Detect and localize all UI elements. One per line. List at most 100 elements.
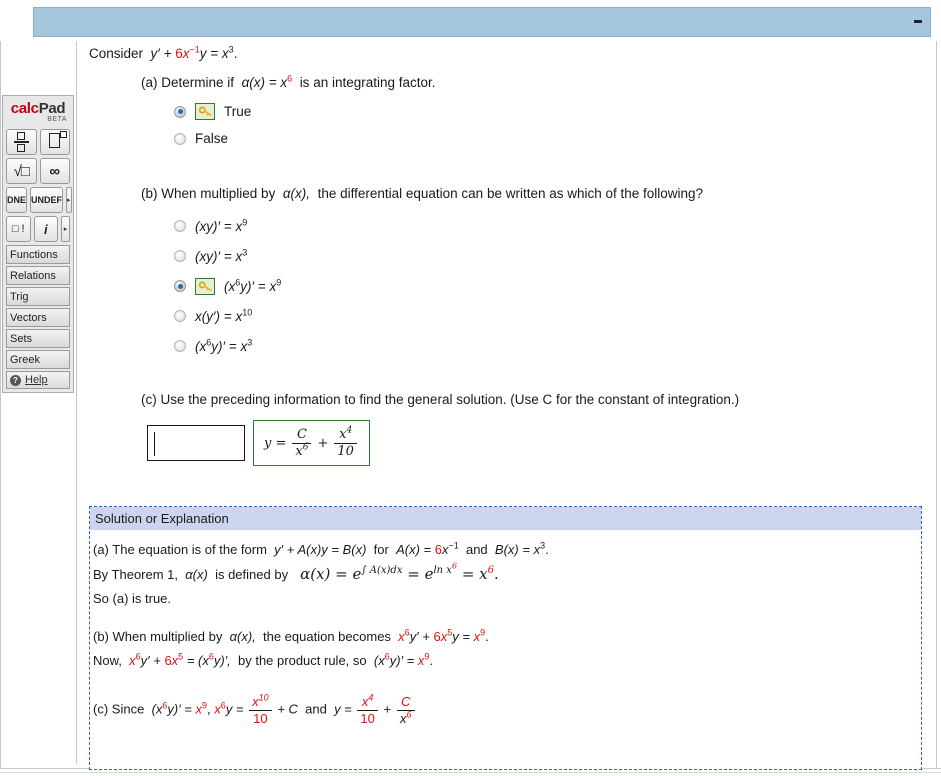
solution-header: Solution or Explanation [90, 507, 921, 530]
calcpad-menu-vectors[interactable]: Vectors [6, 308, 70, 327]
b3-lhs-rest: y)′ = [240, 278, 266, 294]
formula-content: y = C x6 + x4 10 [264, 425, 359, 459]
fraction-button[interactable] [6, 129, 37, 155]
formula-frac1-den: x6 [295, 442, 309, 459]
square-root-button[interactable]: √□ [6, 158, 37, 184]
part-a-option-true[interactable]: True [174, 98, 861, 125]
alpha-def-rhs: = x [461, 565, 488, 583]
part-b-question-text: (b) When multiplied by α(x), the differe… [141, 184, 901, 204]
calcpad-menu-sets[interactable]: Sets [6, 329, 70, 348]
help-link[interactable]: ? Help [6, 371, 70, 389]
sol-a-ax-exp: −1 [448, 540, 459, 551]
question-part-b: (b) When multiplied by α(x), the differe… [141, 184, 901, 361]
more-symbols-arrow-icon[interactable]: ▸ [66, 187, 72, 213]
formula-frac2-den: 10 [337, 443, 354, 459]
calcpad-menu-relations[interactable]: Relations [6, 266, 70, 285]
radio-b3[interactable] [174, 280, 186, 292]
dne-button[interactable]: DNE [6, 187, 28, 213]
prompt-y-prime: y′ + [150, 46, 172, 61]
sol-b-eq-yprime: y′ + [409, 629, 430, 644]
calcpad-row-4: □ ! i ▸ [6, 216, 70, 242]
solution-a-line-1: (a) The equation is of the form y′ + A(x… [93, 538, 921, 562]
calcpad-row-3: DNE UN DEF ▸ [6, 187, 72, 213]
part-a-option-false[interactable]: False [174, 125, 861, 152]
question-part-a: (a) Determine if α(x) = x6 is an integra… [141, 73, 861, 152]
radio-b2[interactable] [174, 250, 186, 262]
radio-b4[interactable] [174, 310, 186, 322]
part-c-answer-row: y = C x6 + x4 10 [147, 420, 901, 466]
b2-rhs-exp: 3 [242, 247, 248, 257]
part-b-text-after: the differential equation can be written… [317, 186, 704, 201]
calcpad-panel: calcPad BETA √□ ∞ DNE UN DEF ▸ □ ! i ▸ F… [2, 95, 74, 393]
more-symbols-arrow-icon-2[interactable]: ▸ [61, 216, 70, 242]
calcpad-menu-functions[interactable]: Functions [6, 245, 70, 264]
alpha-def-mid: = e [407, 565, 434, 583]
minimize-icon[interactable] [914, 20, 922, 23]
sol-c-comma: , [207, 701, 211, 717]
prompt-period: . [233, 46, 238, 61]
part-b-option-3-label: (x6y)′ = x9 [224, 278, 281, 294]
answer-input[interactable] [147, 425, 245, 461]
sol-a-l2-alpha: α(x) [185, 567, 208, 582]
b5-lhs-rest: y)′ = [211, 338, 237, 354]
part-a-text-after: is an integrating factor. [299, 75, 436, 90]
sol-c-t1-rest: y)′ = [167, 701, 192, 717]
question-prompt: Consider y′ + 6x−1y = x3. [89, 44, 929, 64]
formula-frac1-num: C [296, 426, 307, 442]
part-b-label: (b) [141, 186, 158, 201]
formula-frac2-num: x4 [339, 425, 353, 442]
radio-b5[interactable] [174, 340, 186, 352]
part-b-option-1-label: (xy)′ = x9 [195, 217, 248, 234]
factorial-button[interactable]: □ ! [6, 216, 31, 242]
sol-a-period: . [545, 542, 549, 557]
part-a-option-true-label: True [224, 104, 252, 119]
part-b-option-5[interactable]: (x6y)′ = x3 [174, 331, 901, 361]
sol-a-l2-pre: By Theorem 1, [93, 567, 179, 582]
help-label: Help [25, 374, 48, 386]
part-b-option-5-label: (x6y)′ = x3 [195, 338, 252, 354]
imaginary-unit-button[interactable]: i [33, 216, 58, 242]
calcpad-menu-greek[interactable]: Greek [6, 350, 70, 369]
part-b-alpha: α(x), [282, 186, 311, 201]
prompt-y: y = [199, 46, 219, 61]
radio-true[interactable] [174, 105, 186, 118]
calcpad-menu-trig[interactable]: Trig [6, 287, 70, 306]
exponent-button[interactable] [39, 129, 70, 155]
sol-c-frac3-den: x6 [399, 709, 412, 726]
part-b-option-1[interactable]: (xy)′ = x9 [174, 211, 901, 241]
undef-line-1: UN [31, 194, 45, 205]
sol-c-fraction-2: x4 10 [357, 693, 378, 725]
b1-rhs-exp: 9 [242, 217, 248, 227]
part-b-option-4[interactable]: x(y′) = x10 [174, 301, 901, 331]
prompt-rhs: x [221, 46, 229, 61]
b2-lhs: (xy)′ = [195, 248, 232, 264]
formula-y-eq: y = [264, 435, 287, 451]
part-a-question-text: (a) Determine if α(x) = x6 is an integra… [141, 73, 861, 93]
radio-false[interactable] [174, 132, 186, 145]
radio-b1[interactable] [174, 220, 186, 232]
solution-a-line-2: By Theorem 1, α(x) is defined by α(x) = … [93, 562, 921, 587]
part-c-label: (c) [141, 392, 157, 407]
solution-c-line-1: (c) Since (x6y)′ = x9, x6y = x10 10 + C … [93, 693, 921, 726]
part-b-option-2[interactable]: (xy)′ = x3 [174, 241, 901, 271]
part-a-option-false-label: False [195, 131, 229, 146]
correct-answer-formula: y = C x6 + x4 10 [253, 420, 370, 466]
solution-panel: Solution or Explanation (a) The equation… [89, 506, 922, 770]
sol-b-alpha: α(x), [229, 629, 256, 644]
calcpad-row-1 [6, 129, 70, 155]
part-c-question-text: (c) Use the preceding information to fin… [141, 390, 901, 410]
sol-c-fraction-3: C x6 [396, 694, 415, 726]
solution-b-line-2: Now, x6y′ + 6x5 = (x6y)′, by the product… [93, 651, 433, 668]
question-content: Consider y′ + 6x−1y = x3. [89, 44, 929, 64]
sol-c-t3-y: y = [334, 701, 352, 717]
prompt-x-exp: −1 [189, 44, 200, 55]
page-frame: calcPad BETA √□ ∞ DNE UN DEF ▸ □ ! i ▸ F… [0, 0, 941, 776]
sol-b-s1: When multiplied by [112, 629, 223, 644]
infinity-button[interactable]: ∞ [39, 158, 70, 184]
undef-button[interactable]: UN DEF [30, 187, 64, 213]
key-glyph-b [198, 281, 212, 291]
sol-c-frac3-num: C [401, 694, 411, 709]
part-b-option-3[interactable]: (x6y)′ = x9 [174, 271, 901, 301]
bottom-rule-secondary [0, 772, 941, 773]
formula-fraction-2: x4 10 [334, 425, 357, 459]
